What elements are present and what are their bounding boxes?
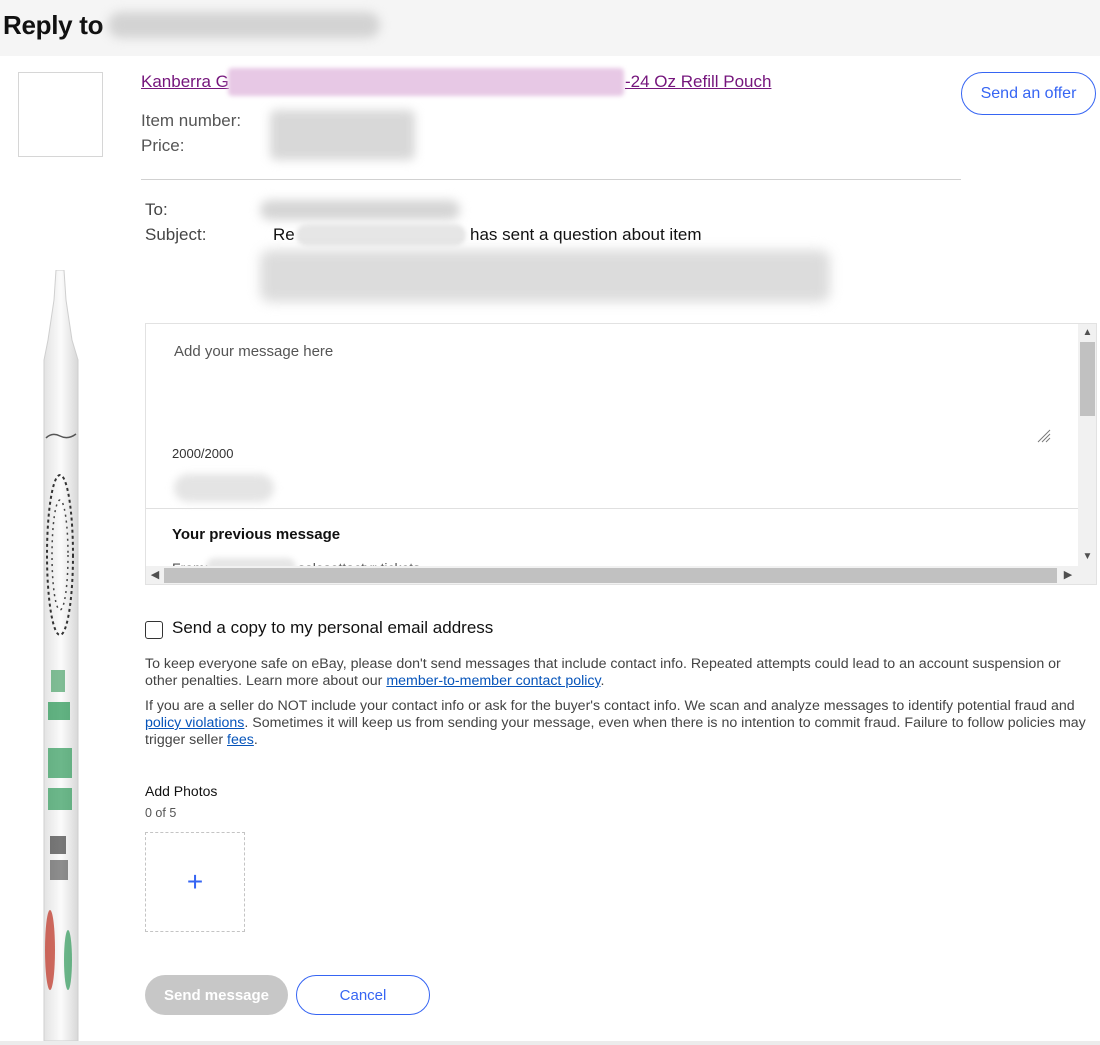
fees-link[interactable]: fees <box>227 732 254 748</box>
header-divider <box>141 179 961 180</box>
redacted-recipient <box>260 200 460 220</box>
seller-notice: If you are a seller do NOT include your … <box>145 698 1090 749</box>
policy-violations-link[interactable]: policy violations <box>145 715 244 731</box>
seller-notice-middle: . Sometimes it will keep us from sending… <box>145 715 1086 748</box>
previous-message-title: Your previous message <box>172 526 341 543</box>
redacted-subject-name <box>296 224 466 246</box>
item-number-label: Item number: <box>141 111 242 130</box>
horizontal-scrollbar[interactable]: ◀ ▶ <box>146 566 1096 584</box>
plus-icon: + <box>186 866 204 897</box>
subject-label: Subject: <box>145 225 207 244</box>
redacted-message-field <box>174 474 274 502</box>
safety-notice: To keep everyone safe on eBay, please do… <box>145 656 1090 690</box>
cancel-button[interactable]: Cancel <box>296 975 430 1015</box>
redacted-item-details <box>270 110 415 160</box>
page-title: Reply to <box>3 10 104 40</box>
horizontal-scroll-thumb[interactable] <box>164 568 1057 583</box>
message-scroll-area: Add your message here 2000/2000 Your pre… <box>146 324 1078 576</box>
vertical-scroll-thumb[interactable] <box>1080 342 1095 416</box>
seller-notice-text: If you are a seller do NOT include your … <box>145 698 1075 714</box>
photos-count: 0 of 5 <box>145 806 177 820</box>
add-photo-button[interactable]: + <box>145 832 245 932</box>
safety-notice-end: . <box>600 673 605 689</box>
footer-strip <box>0 1041 1100 1045</box>
redacted-subject-detail <box>260 250 830 302</box>
page-header: Reply to <box>0 0 1100 56</box>
to-label: To: <box>145 200 168 219</box>
item-title-link[interactable]: Kanberra G <box>141 72 229 92</box>
message-input[interactable]: Add your message here <box>174 343 333 360</box>
resize-handle-icon[interactable] <box>1036 428 1052 444</box>
seller-notice-end: . <box>253 732 258 748</box>
redacted-item-title <box>228 68 624 96</box>
subject-prefix: Re <box>273 225 295 244</box>
email-copy-checkbox[interactable] <box>145 621 163 639</box>
character-counter: 2000/2000 <box>172 446 234 461</box>
scroll-up-icon[interactable]: ▲ <box>1078 325 1096 341</box>
item-title-link-end[interactable]: -24 Oz Refill Pouch <box>625 72 771 92</box>
redacted-username <box>108 12 380 38</box>
subject-text: has sent a question about item <box>470 225 702 244</box>
message-box: Add your message here 2000/2000 Your pre… <box>145 323 1097 585</box>
send-offer-button[interactable]: Send an offer <box>961 72 1096 115</box>
scroll-down-icon[interactable]: ▼ <box>1078 549 1096 565</box>
add-photos-label: Add Photos <box>145 783 218 799</box>
scroll-left-icon[interactable]: ◀ <box>147 566 163 584</box>
product-image <box>43 270 79 1041</box>
contact-policy-link[interactable]: member-to-member contact policy <box>386 673 600 689</box>
scroll-right-icon[interactable]: ▶ <box>1060 566 1076 584</box>
previous-message-divider <box>146 508 1078 509</box>
send-message-button[interactable]: Send message <box>145 975 288 1015</box>
price-label: Price: <box>141 136 185 155</box>
vertical-scrollbar[interactable]: ▲ ▼ <box>1078 324 1096 566</box>
email-copy-label[interactable]: Send a copy to my personal email address <box>172 618 493 638</box>
item-thumbnail[interactable] <box>18 72 103 157</box>
